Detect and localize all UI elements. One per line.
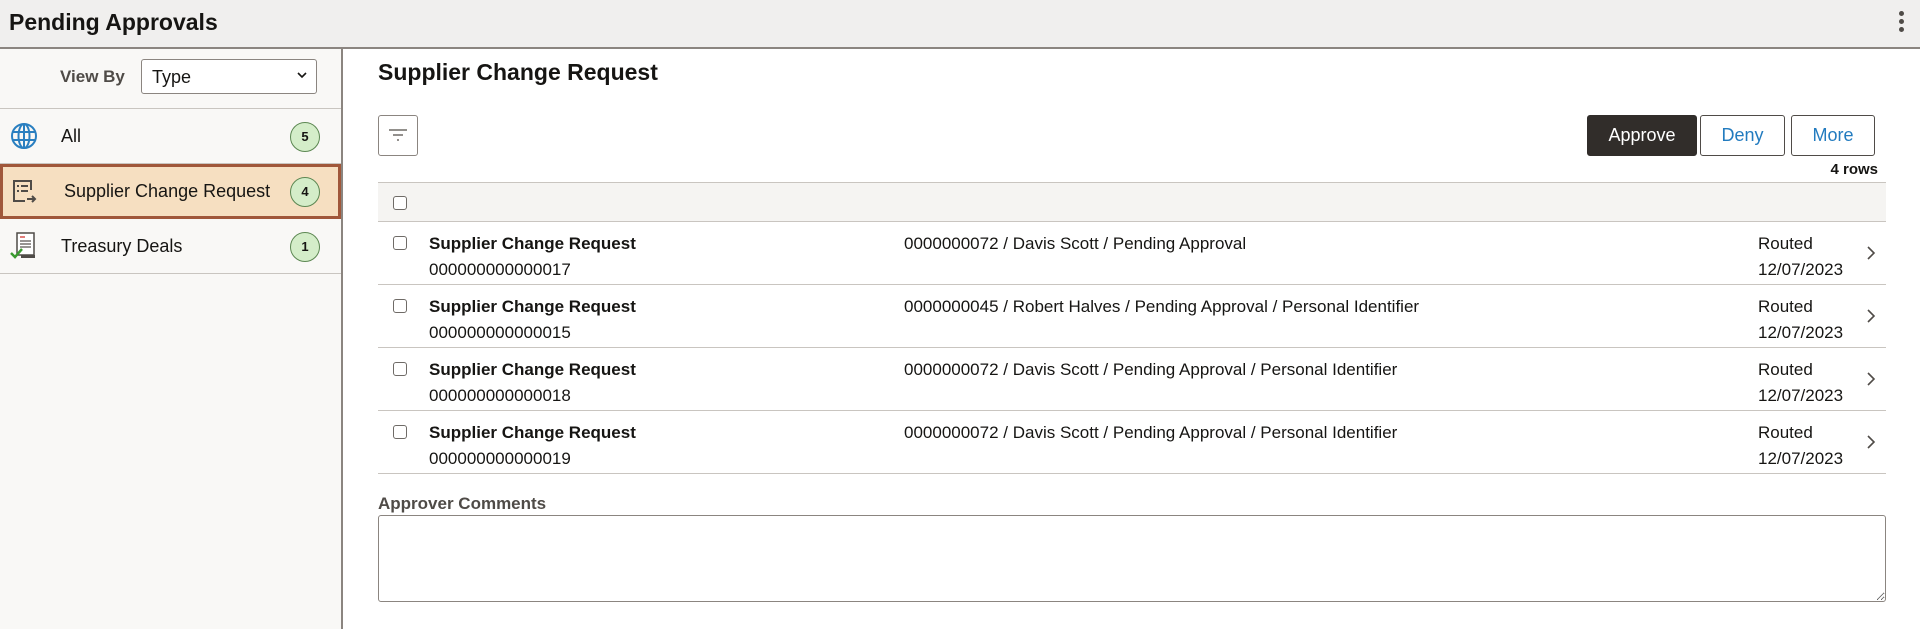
chevron-down-icon — [297, 72, 307, 79]
rows-count: 4 rows — [1830, 161, 1878, 178]
count-badge: 5 — [290, 122, 320, 152]
sidebar-item-label: Supplier Change Request — [64, 181, 271, 201]
row-checkbox[interactable] — [393, 236, 407, 250]
kebab-vertical-icon[interactable] — [1896, 11, 1906, 35]
document-list-icon — [13, 180, 37, 203]
row-description: 0000000072 / Davis Scott / Pending Appro… — [904, 423, 1398, 442]
sidebar: View By Type All 5 Supplier Change Reque… — [0, 49, 343, 629]
row-title: Supplier Change Request — [429, 360, 636, 379]
row-description: 0000000072 / Davis Scott / Pending Appro… — [904, 360, 1398, 379]
row-title: Supplier Change Request — [429, 297, 636, 316]
view-by-value: Type — [152, 67, 192, 87]
app-header: Pending Approvals — [0, 0, 1920, 49]
chevron-right-icon[interactable] — [1866, 246, 1876, 260]
row-id: 000000000000015 — [429, 323, 571, 342]
row-title: Supplier Change Request — [429, 423, 636, 442]
approver-comments-label: Approver Comments — [378, 494, 547, 513]
view-by-row: View By Type — [0, 49, 341, 109]
row-description: 0000000045 / Robert Halves / Pending App… — [904, 297, 1420, 316]
row-description: 0000000072 / Davis Scott / Pending Appro… — [904, 234, 1247, 253]
row-status: Routed — [1758, 297, 1813, 316]
section-title: Supplier Change Request — [378, 59, 658, 85]
table-row[interactable]: Supplier Change Request 000000000000015 … — [378, 285, 1886, 348]
table-row[interactable]: Supplier Change Request 000000000000018 … — [378, 348, 1886, 411]
view-by-label: View By — [60, 67, 125, 86]
chevron-right-icon[interactable] — [1866, 435, 1876, 449]
table-row[interactable]: Supplier Change Request 000000000000019 … — [378, 411, 1886, 474]
row-checkbox[interactable] — [393, 362, 407, 376]
row-date: 12/07/2023 — [1758, 449, 1844, 468]
count-badge: 1 — [290, 232, 320, 262]
row-status: Routed — [1758, 234, 1813, 253]
filter-icon — [389, 129, 407, 141]
globe-icon — [11, 123, 37, 149]
row-id: 000000000000018 — [429, 386, 571, 405]
count-badge: 4 — [290, 177, 320, 207]
sidebar-item-label: All — [61, 126, 82, 146]
approvals-grid: Supplier Change Request 000000000000017 … — [378, 182, 1886, 474]
sidebar-item-label: Treasury Deals — [61, 236, 183, 256]
sidebar-item-all[interactable]: All 5 — [0, 109, 341, 164]
row-id: 000000000000019 — [429, 449, 571, 468]
grid-header — [378, 182, 1886, 222]
row-date: 12/07/2023 — [1758, 386, 1844, 405]
row-checkbox[interactable] — [393, 425, 407, 439]
select-all-checkbox[interactable] — [393, 196, 407, 210]
certificate-check-icon — [10, 232, 35, 259]
filter-button[interactable] — [378, 115, 418, 156]
row-status: Routed — [1758, 360, 1813, 379]
sidebar-item-treasury-deals[interactable]: Treasury Deals 1 — [0, 219, 341, 274]
deny-button[interactable]: Deny — [1700, 115, 1785, 156]
row-date: 12/07/2023 — [1758, 260, 1844, 279]
row-id: 000000000000017 — [429, 260, 571, 279]
table-row[interactable]: Supplier Change Request 000000000000017 … — [378, 222, 1886, 285]
sidebar-item-supplier-change-request[interactable]: Supplier Change Request 4 — [0, 164, 341, 219]
row-checkbox[interactable] — [393, 299, 407, 313]
more-button[interactable]: More — [1791, 115, 1875, 156]
row-status: Routed — [1758, 423, 1813, 442]
view-by-select[interactable]: Type — [141, 59, 317, 94]
chevron-right-icon[interactable] — [1866, 372, 1876, 386]
main-content: Supplier Change Request Approve Deny Mor… — [343, 49, 1920, 629]
page-header-title: Pending Approvals — [9, 9, 218, 35]
approver-comments-input[interactable] — [378, 515, 1886, 602]
chevron-right-icon[interactable] — [1866, 309, 1876, 323]
row-title: Supplier Change Request — [429, 234, 636, 253]
approve-button[interactable]: Approve — [1587, 115, 1697, 156]
row-date: 12/07/2023 — [1758, 323, 1844, 342]
